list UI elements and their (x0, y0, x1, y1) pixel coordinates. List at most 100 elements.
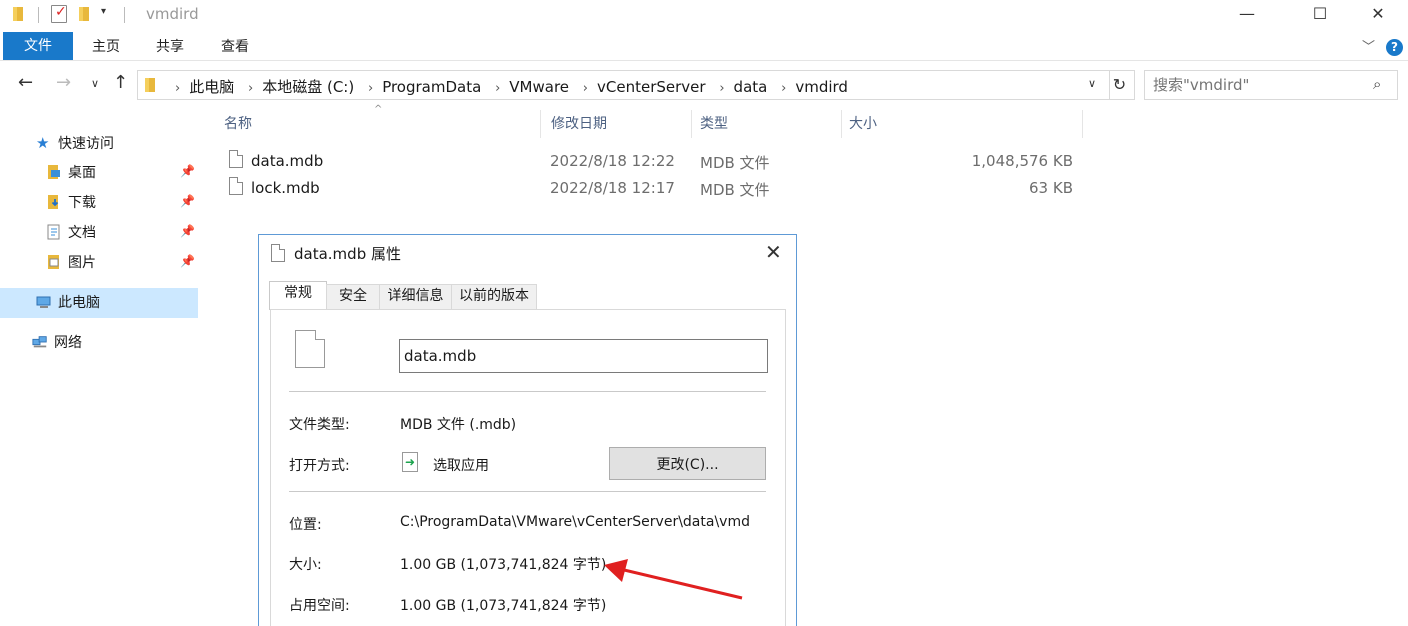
sidebar-item-downloads[interactable]: 下载 (46, 189, 96, 217)
sidebar-item-pictures[interactable]: 图片 (46, 249, 96, 277)
properties-quick-access-icon[interactable]: ✓ (51, 4, 67, 23)
divider (289, 491, 766, 492)
pin-icon[interactable]: 📌 (180, 194, 195, 208)
sidebar-item-documents[interactable]: 文档 (46, 219, 96, 247)
file-type-value: MDB 文件 (.mdb) (400, 417, 517, 433)
breadcrumb-programdata[interactable]: ProgramData (382, 78, 481, 96)
open-with-label: 打开方式: (289, 458, 350, 474)
dialog-title: data.mdb 属性 (294, 245, 401, 263)
tab-previous-versions[interactable]: 以前的版本 (451, 284, 537, 309)
breadcrumb-vmdird[interactable]: vmdird (795, 78, 848, 96)
sidebar-item-desktop[interactable]: 桌面 (46, 159, 96, 187)
size-value: 1.00 GB (1,073,741,824 字节) (400, 557, 607, 573)
dialog-title-bar[interactable]: data.mdb 属性 ✕ (259, 235, 796, 271)
chevron-right-icon: › (781, 81, 787, 96)
table-row[interactable]: data.mdb 2022/8/18 12:22 MDB 文件 1,048,57… (222, 148, 1082, 174)
network-icon (32, 336, 47, 348)
file-icon (229, 177, 243, 195)
tab-details[interactable]: 详细信息 (379, 284, 452, 309)
change-button[interactable]: 更改(C)... (609, 447, 766, 480)
column-header-name[interactable]: 名称 (224, 110, 252, 138)
pin-icon[interactable]: 📌 (180, 224, 195, 238)
file-size: 1,048,576 KB (971, 152, 1073, 170)
disk-size-value: 1.00 GB (1,073,741,824 字节) (400, 598, 607, 614)
file-type-label: 文件类型: (289, 417, 350, 433)
column-divider[interactable] (540, 110, 541, 138)
expand-ribbon-icon[interactable]: ﹀ (1362, 36, 1375, 55)
file-type: MDB 文件 (700, 154, 770, 172)
back-arrow-icon[interactable]: ← (18, 72, 33, 93)
navigation-bar: ← → ∨ ↑ › 此电脑 › 本地磁盘 (C:) › ProgramData › VM… (0, 68, 1408, 102)
ribbon-tab-home[interactable]: 主页 (86, 33, 126, 61)
table-row[interactable]: lock.mdb 2022/8/18 12:17 MDB 文件 63 KB (222, 175, 1082, 201)
file-icon (229, 150, 243, 168)
column-divider[interactable] (841, 110, 842, 138)
quick-access-dropdown-icon[interactable]: ▾ (101, 6, 106, 17)
folder-icon (13, 7, 23, 21)
address-bar[interactable]: › 此电脑 › 本地磁盘 (C:) › ProgramData › VMware › vC… (137, 70, 1110, 100)
minimize-button[interactable]: — (1224, 0, 1270, 30)
search-input[interactable] (1153, 76, 1373, 94)
disk-size-label: 占用空间: (289, 598, 350, 614)
size-label: 大小: (289, 557, 322, 573)
filename-field[interactable] (399, 339, 768, 373)
column-divider[interactable] (1082, 110, 1083, 138)
file-modified: 2022/8/18 12:17 (550, 179, 675, 197)
up-arrow-icon[interactable]: ↑ (113, 72, 128, 93)
pictures-folder-icon (48, 255, 59, 269)
ribbon-tab-share[interactable]: 共享 (150, 33, 190, 61)
search-box[interactable]: ⌕ (1144, 70, 1398, 100)
sidebar-item-network[interactable]: 网络 (32, 329, 82, 357)
recent-locations-icon[interactable]: ∨ (91, 77, 99, 90)
sidebar-item-this-pc[interactable]: 此电脑 (36, 289, 100, 317)
column-header-modified[interactable]: 修改日期 (551, 110, 607, 138)
new-folder-icon[interactable] (78, 6, 92, 22)
tab-security[interactable]: 安全 (326, 284, 380, 309)
breadcrumb: › 此电脑 › 本地磁盘 (C:) › ProgramData › VMware › vC… (166, 76, 848, 97)
close-button[interactable]: ✕ (1355, 0, 1401, 30)
divider (124, 7, 125, 23)
file-size: 63 KB (1029, 179, 1073, 197)
chevron-right-icon: › (495, 81, 501, 96)
tab-general[interactable]: 常规 (269, 281, 327, 310)
chevron-right-icon: › (367, 81, 374, 96)
file-name: lock.mdb (251, 179, 320, 197)
title-bar: ✓ ▾ vmdird — ☐ ✕ (0, 0, 1408, 30)
file-name: data.mdb (251, 152, 324, 170)
ribbon-tab-file[interactable]: 文件 (3, 32, 73, 60)
file-icon (271, 244, 285, 262)
pin-icon[interactable]: 📌 (180, 164, 195, 178)
breadcrumb-local-disk[interactable]: 本地磁盘 (C:) (262, 78, 354, 96)
breadcrumb-vmware[interactable]: VMware (509, 78, 569, 96)
open-with-value: 选取应用 (433, 458, 489, 474)
forward-arrow-icon[interactable]: → (56, 72, 71, 93)
breadcrumb-vcenterserver[interactable]: vCenterServer (597, 78, 706, 96)
sort-ascending-icon: ^ (374, 104, 383, 115)
chevron-right-icon: › (248, 81, 254, 96)
breadcrumb-this-pc[interactable]: 此电脑 (189, 78, 234, 96)
sidebar-item-quick-access[interactable]: ★ 快速访问 (36, 129, 114, 157)
dialog-close-button[interactable]: ✕ (765, 240, 782, 264)
divider (38, 7, 39, 23)
navigation-pane: ★ 快速访问 桌面 📌 下载 📌 文档 📌 图片 📌 此电脑 网络 (0, 102, 200, 626)
general-tab-panel: 文件类型: MDB 文件 (.mdb) 打开方式: ➜ 选取应用 更改(C)..… (270, 309, 786, 626)
star-icon: ★ (36, 134, 50, 152)
column-header-type[interactable]: 类型 (700, 110, 728, 138)
refresh-button[interactable]: ↻ (1105, 70, 1135, 100)
downloads-folder-icon (48, 195, 59, 209)
pin-icon[interactable]: 📌 (180, 254, 195, 268)
maximize-button[interactable]: ☐ (1297, 0, 1343, 30)
ribbon-tab-view[interactable]: 查看 (215, 33, 255, 61)
breadcrumb-data[interactable]: data (734, 78, 768, 96)
column-divider[interactable] (691, 110, 692, 138)
help-icon[interactable]: ? (1386, 39, 1403, 56)
chevron-down-icon[interactable]: ∨ (1088, 77, 1096, 90)
folder-icon (145, 78, 155, 92)
desktop-folder-icon (48, 165, 60, 179)
choose-app-icon: ➜ (402, 452, 418, 472)
chevron-right-icon: › (719, 81, 725, 96)
column-header-size[interactable]: 大小 (849, 110, 877, 138)
computer-icon (36, 296, 51, 308)
divider (289, 391, 766, 392)
search-icon[interactable]: ⌕ (1373, 75, 1381, 93)
